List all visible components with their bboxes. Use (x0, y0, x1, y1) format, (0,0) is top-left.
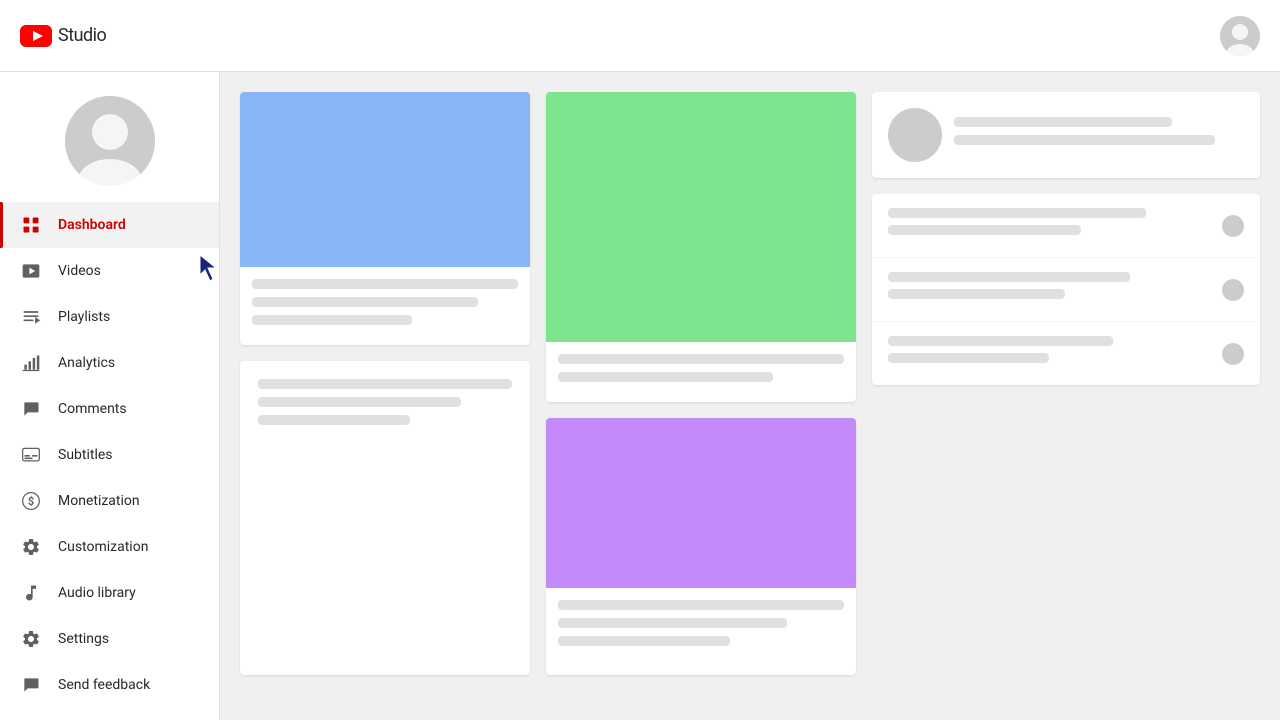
card-text-only[interactable] (240, 361, 530, 675)
column-1 (240, 92, 530, 675)
header-right (1220, 16, 1260, 56)
sidebar-item-send-feedback[interactable]: Send feedback (0, 662, 219, 708)
skeleton-line (888, 208, 1146, 218)
card-list-1[interactable] (872, 194, 1260, 385)
list-item-3 (872, 322, 1260, 385)
sidebar-item-audio-library[interactable]: Audio library (0, 570, 219, 616)
skeleton-line (888, 225, 1081, 235)
skeleton-line (558, 372, 773, 382)
dashboard-icon (20, 214, 42, 236)
skeleton-line (888, 289, 1065, 299)
skeleton-line (888, 336, 1113, 346)
list-item-1 (872, 194, 1260, 258)
youtube-studio-logo[interactable]: Studio (20, 25, 106, 47)
playlists-label: Playlists (58, 309, 110, 325)
customization-label: Customization (58, 539, 148, 555)
sidebar-avatar-section (0, 72, 219, 202)
comments-label: Comments (58, 401, 127, 417)
settings-icon (20, 628, 42, 650)
avatar-row (872, 92, 1260, 178)
sidebar-item-subtitles[interactable]: Subtitles (0, 432, 219, 478)
customization-icon (20, 536, 42, 558)
comments-icon (20, 398, 42, 420)
dashboard-label: Dashboard (58, 217, 126, 233)
skeleton-line (252, 297, 478, 307)
sidebar-item-comments[interactable]: Comments (0, 386, 219, 432)
sidebar-item-dashboard[interactable]: Dashboard (0, 202, 219, 248)
blue-thumbnail (240, 92, 530, 267)
send-feedback-icon (20, 674, 42, 696)
list-item-2-text (888, 272, 1210, 307)
skeleton-line (258, 379, 512, 389)
skeleton-line (252, 315, 412, 325)
subtitles-icon (20, 444, 42, 466)
dashboard-layout (240, 92, 1260, 700)
card-purple-lines (546, 588, 856, 666)
card-text-lines (240, 361, 530, 451)
skeleton-line (258, 397, 461, 407)
list-item-1-text (888, 208, 1210, 243)
youtube-icon (20, 25, 52, 47)
list-circle-1 (1222, 215, 1244, 237)
playlists-icon (20, 306, 42, 328)
profile-circle (888, 108, 942, 162)
audio-library-icon (20, 582, 42, 604)
sidebar-nav: Dashboard Videos Playlists Analytics (0, 202, 219, 616)
card-blue-lines (240, 267, 530, 345)
skeleton-line (558, 618, 787, 628)
header: Studio (0, 0, 1280, 72)
user-avatar-header[interactable] (1220, 16, 1260, 56)
skeleton-line (558, 600, 844, 610)
studio-label: Studio (58, 25, 106, 46)
column-2 (546, 92, 856, 675)
sidebar-item-videos[interactable]: Videos (0, 248, 219, 294)
analytics-icon (20, 352, 42, 374)
monetization-icon: $ (20, 490, 42, 512)
list-item-2 (872, 258, 1260, 322)
avatar-text (954, 117, 1244, 153)
card-blue[interactable] (240, 92, 530, 345)
list-circle-3 (1222, 343, 1244, 365)
list-item-3-text (888, 336, 1210, 371)
sidebar: Dashboard Videos Playlists Analytics (0, 72, 220, 720)
sidebar-bottom: Settings Send feedback (0, 616, 219, 720)
column-3 (872, 92, 1260, 675)
channel-avatar-icon (65, 96, 155, 186)
card-avatar[interactable] (872, 92, 1260, 178)
subtitles-label: Subtitles (58, 447, 113, 463)
skeleton-line (558, 636, 730, 646)
green-thumbnail (546, 92, 856, 342)
skeleton-line (258, 415, 410, 425)
sidebar-item-settings[interactable]: Settings (0, 616, 219, 662)
skeleton-line (954, 117, 1172, 127)
purple-thumbnail (546, 418, 856, 588)
skeleton-line (558, 354, 844, 364)
card-green[interactable] (546, 92, 856, 402)
skeleton-line (252, 279, 518, 289)
card-green-lines (546, 342, 856, 402)
sidebar-item-analytics[interactable]: Analytics (0, 340, 219, 386)
analytics-label: Analytics (58, 355, 115, 371)
main-content (220, 72, 1280, 720)
sidebar-item-customization[interactable]: Customization (0, 524, 219, 570)
send-feedback-label: Send feedback (58, 677, 150, 693)
svg-text:$: $ (28, 495, 34, 508)
skeleton-line (888, 272, 1130, 282)
sidebar-item-playlists[interactable]: Playlists (0, 294, 219, 340)
videos-icon (20, 260, 42, 282)
card-purple[interactable] (546, 418, 856, 675)
videos-label: Videos (58, 263, 101, 279)
sidebar-channel-avatar[interactable] (65, 96, 155, 186)
settings-label: Settings (58, 631, 109, 647)
user-avatar-icon (1220, 16, 1260, 56)
skeleton-line (888, 353, 1049, 363)
list-circle-2 (1222, 279, 1244, 301)
sidebar-item-monetization[interactable]: $ Monetization (0, 478, 219, 524)
monetization-label: Monetization (58, 493, 140, 509)
skeleton-line (954, 135, 1215, 145)
header-left: Studio (20, 25, 106, 47)
audio-library-label: Audio library (58, 585, 136, 601)
